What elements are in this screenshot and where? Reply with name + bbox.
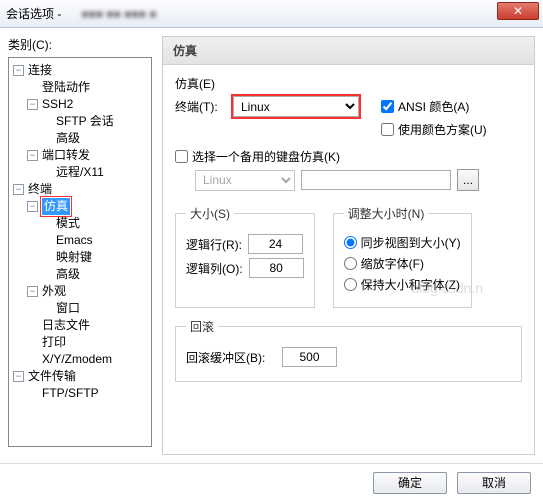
close-button[interactable]: ✕	[497, 2, 539, 20]
collapse-icon[interactable]: −	[13, 371, 24, 382]
tree-emacs[interactable]: Emacs	[41, 232, 149, 249]
tree-xyz[interactable]: X/Y/Zmodem	[27, 351, 149, 368]
blurred-text: ■■■ ■■ ■■■ ■	[81, 7, 156, 21]
category-label: 类别(C):	[8, 36, 152, 53]
tree-mapkey[interactable]: 映射键	[41, 249, 149, 266]
collapse-icon[interactable]: −	[27, 201, 38, 212]
tree-print[interactable]: 打印	[27, 334, 149, 351]
rows-label: 逻辑行(R):	[186, 236, 242, 253]
keymap-path	[301, 170, 451, 190]
close-icon: ✕	[513, 4, 523, 18]
tree-emulation[interactable]: −仿真	[27, 198, 149, 215]
title-bar: 会话选项 - ■■■ ■■ ■■■ ■ ✕	[0, 0, 543, 28]
tree-connection[interactable]: −连接	[13, 62, 149, 79]
tree-ssh2[interactable]: −SSH2	[27, 96, 149, 113]
category-tree[interactable]: −连接 登陆动作 −SSH2 SFTP 会话 高级 −端口转发 远程/X11	[8, 57, 152, 447]
collapse-icon[interactable]: −	[13, 184, 24, 195]
terminal-label: 终端(T):	[175, 98, 227, 115]
tree-appearance[interactable]: −外观	[27, 283, 149, 300]
browse-button[interactable]: ...	[457, 169, 479, 191]
size-fieldset: 大小(S) 逻辑行(R): 逻辑列(O):	[175, 205, 315, 308]
resize-scale-radio[interactable]: 缩放字体(F)	[344, 255, 424, 272]
color-scheme-checkbox[interactable]: 使用颜色方案(U)	[381, 121, 487, 138]
tree-remote[interactable]: 远程/X11	[41, 164, 149, 181]
window-title: 会话选项 -	[6, 5, 61, 22]
resize-sync-radio[interactable]: 同步视图到大小(Y)	[344, 234, 461, 251]
tree-file[interactable]: −文件传输	[13, 368, 149, 385]
cancel-button[interactable]: 取消	[457, 472, 531, 494]
tree-mode[interactable]: 模式	[41, 215, 149, 232]
collapse-icon[interactable]: −	[27, 99, 38, 110]
tree-terminal[interactable]: −终端	[13, 181, 149, 198]
resize-fieldset: 调整大小时(N) 同步视图到大小(Y) 缩放字体(F) 保持大小和字体(Z)	[333, 205, 472, 308]
tree-portfwd[interactable]: −端口转发	[27, 147, 149, 164]
alt-keymap-checkbox[interactable]: 选择一个备用的键盘仿真(K)	[175, 148, 340, 165]
ok-button[interactable]: 确定	[373, 472, 447, 494]
scroll-fieldset: 回滚 回滚缓冲区(B):	[175, 318, 522, 382]
keymap-select: Linux	[195, 170, 295, 191]
collapse-icon[interactable]: −	[27, 150, 38, 161]
tree-logfile[interactable]: 日志文件	[27, 317, 149, 334]
buffer-input[interactable]	[282, 347, 337, 367]
tree-ssh-adv[interactable]: 高级	[41, 130, 149, 147]
tree-ftp[interactable]: FTP/SFTP	[27, 385, 149, 402]
emulation-label: 仿真(E)	[175, 75, 522, 92]
footer: 确定 取消	[0, 463, 543, 501]
cols-input[interactable]	[249, 258, 304, 278]
ansi-color-checkbox[interactable]: ANSI 颜色(A)	[381, 98, 469, 115]
tree-term-adv[interactable]: 高级	[41, 266, 149, 283]
cols-label: 逻辑列(O):	[186, 260, 243, 277]
terminal-select[interactable]: Linux	[233, 96, 359, 117]
section-title: 仿真	[163, 37, 534, 65]
resize-keep-radio[interactable]: 保持大小和字体(Z)	[344, 276, 460, 293]
rows-input[interactable]	[248, 234, 303, 254]
tree-sftp[interactable]: SFTP 会话	[41, 113, 149, 130]
tree-login[interactable]: 登陆动作	[27, 79, 149, 96]
tree-window[interactable]: 窗口	[41, 300, 149, 317]
collapse-icon[interactable]: −	[27, 286, 38, 297]
buffer-label: 回滚缓冲区(B):	[186, 349, 276, 366]
collapse-icon[interactable]: −	[13, 65, 24, 76]
